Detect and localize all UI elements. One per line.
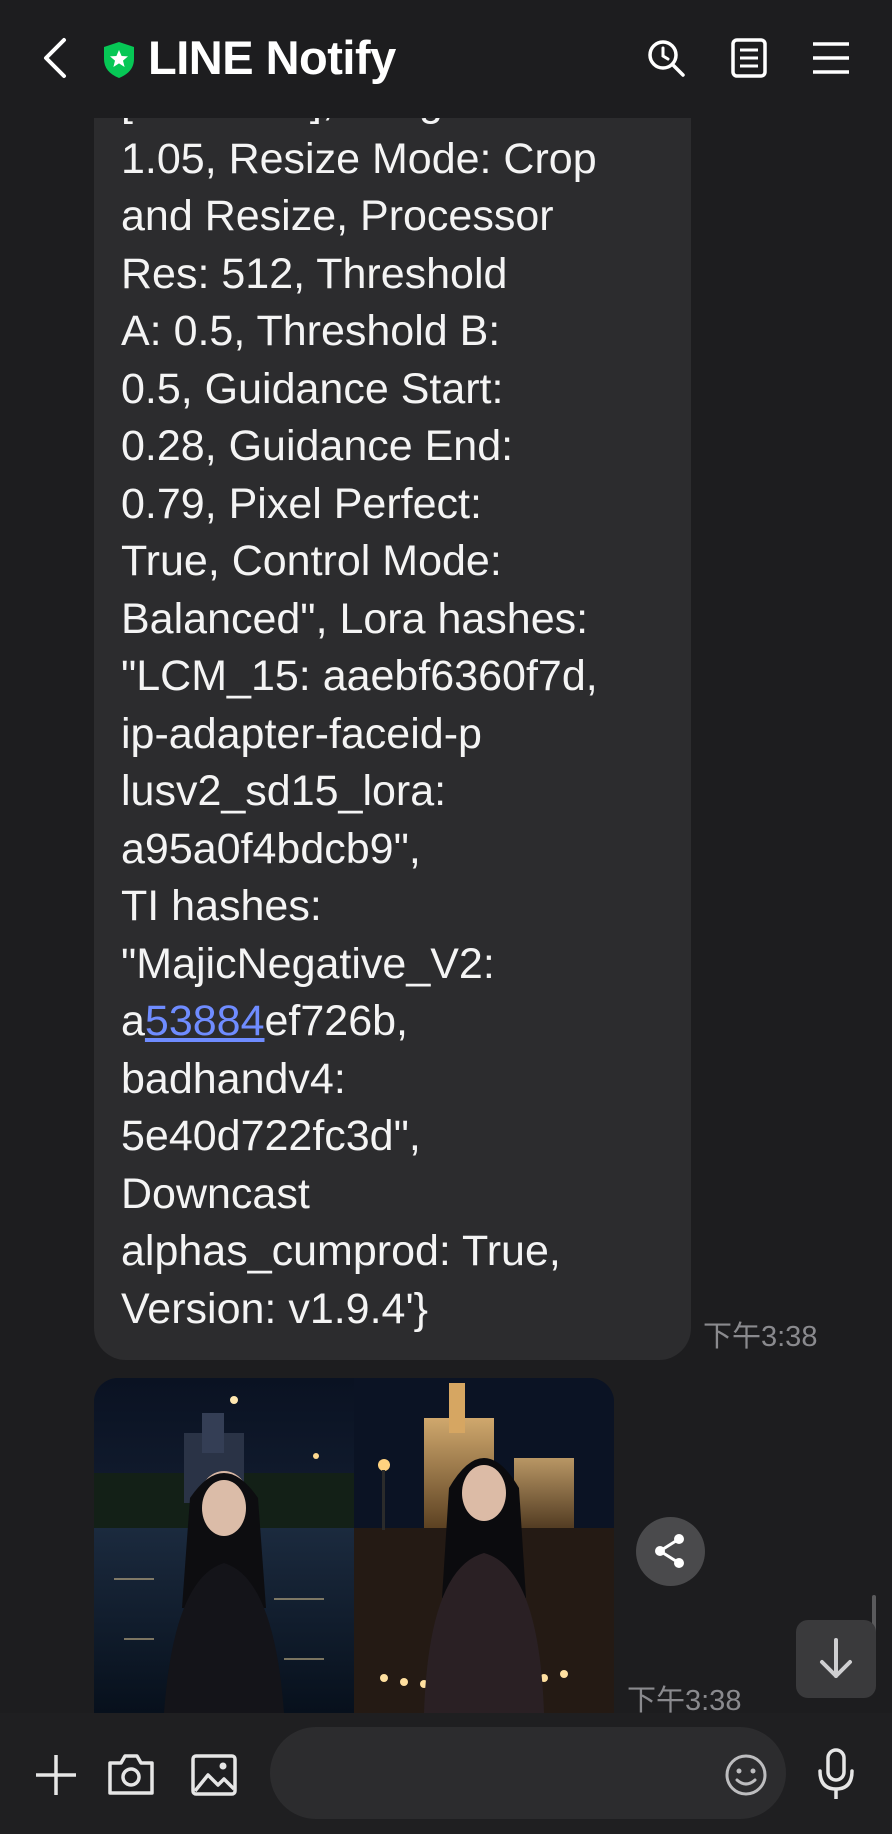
image-message[interactable]: [94, 1378, 614, 1713]
message-bubble[interactable]: [0e14fc1a], Weight: 1.05, Resize Mode: C…: [94, 60, 691, 1360]
share-button[interactable]: [636, 1517, 705, 1586]
camera-icon[interactable]: [106, 1751, 156, 1797]
message-input-bar: [0, 1713, 892, 1834]
message-timestamp: 下午3:38: [703, 1321, 818, 1353]
message-input[interactable]: [270, 1727, 786, 1819]
chat-title: LINE Notify: [148, 31, 396, 84]
image-icon[interactable]: [190, 1753, 238, 1797]
scroll-to-bottom-button[interactable]: [796, 1620, 876, 1698]
microphone-icon[interactable]: [816, 1747, 856, 1801]
message-text-part-1: [0e14fc1a], Weight: 1.05, Resize Mode: C…: [121, 77, 598, 1045]
search-icon[interactable]: [644, 36, 688, 80]
share-icon: [655, 1534, 684, 1568]
notes-icon[interactable]: [727, 36, 771, 80]
emoji-icon[interactable]: [724, 1753, 768, 1797]
back-button[interactable]: [36, 34, 76, 82]
message-text: [0e14fc1a], Weight: 1.05, Resize Mode: C…: [121, 73, 681, 1338]
message-link[interactable]: 53884: [145, 997, 265, 1045]
message-text-part-2: ef726b, badhandv4: 5e40d722fc3d", Downca…: [121, 997, 561, 1333]
generated-images-thumbnail: [94, 1378, 614, 1713]
menu-icon[interactable]: [809, 36, 853, 80]
verified-shield-icon: [104, 42, 134, 78]
plus-icon[interactable]: [34, 1753, 78, 1797]
arrow-down-icon: [820, 1638, 852, 1678]
header: LINE Notify: [0, 0, 892, 118]
